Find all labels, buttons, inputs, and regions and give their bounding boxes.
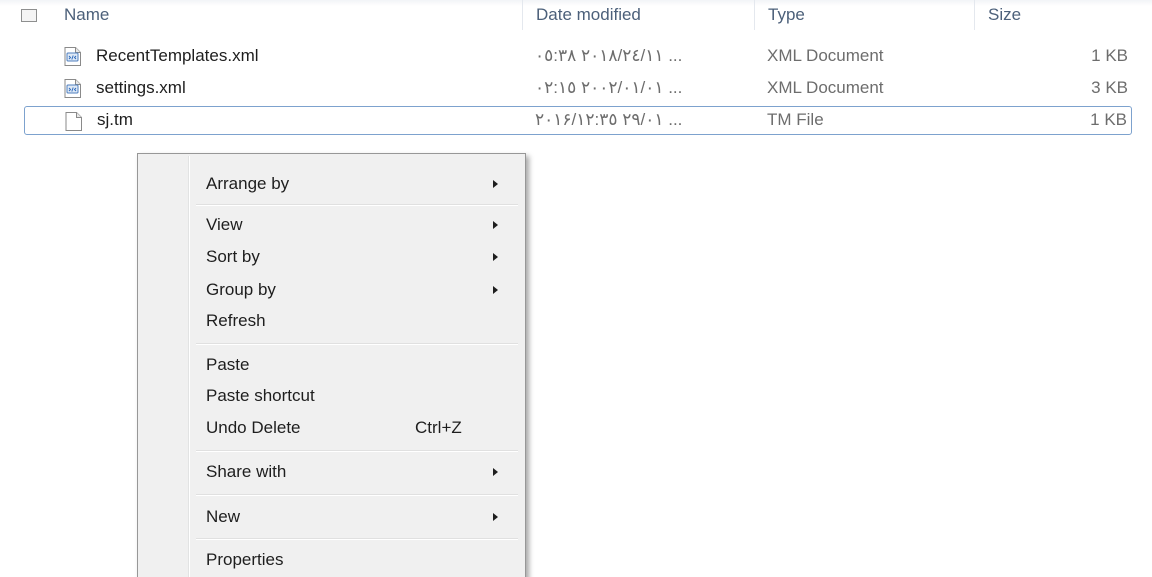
menu-item-properties[interactable]: Properties — [206, 550, 283, 570]
submenu-arrow-icon — [493, 221, 498, 229]
menu-separator — [196, 450, 518, 452]
xml-file-icon — [64, 47, 81, 66]
select-all-checkbox[interactable] — [21, 9, 37, 22]
file-row-recenttemplates[interactable]: RecentTemplates.xml ٢٠١٨/٢٤/١١ ٠٥:٣٨ ...… — [24, 42, 1132, 71]
file-date: ٢٠٠٢/٠١/٠١ ٠٢:١٥ ... — [535, 78, 683, 97]
column-type-header[interactable]: Type — [768, 5, 805, 25]
menu-item-undo-delete[interactable]: Undo Delete — [206, 418, 301, 438]
menu-separator — [196, 204, 518, 206]
column-size-header[interactable]: Size — [988, 5, 1021, 25]
menu-separator — [196, 343, 518, 345]
column-divider[interactable] — [522, 0, 523, 30]
menu-item-paste[interactable]: Paste — [206, 355, 249, 375]
submenu-arrow-icon — [493, 286, 498, 294]
menu-item-view[interactable]: View — [206, 215, 243, 235]
context-menu: Arrange by View Sort by Group by Refresh… — [137, 153, 526, 577]
menu-separator — [196, 494, 518, 496]
explorer-file-view: Name Date modified Type Size RecentTempl… — [0, 0, 1152, 577]
file-size: 3 KB — [1091, 78, 1128, 97]
menu-item-share-with[interactable]: Share with — [206, 462, 286, 482]
column-name-header[interactable]: Name — [64, 5, 109, 25]
menu-item-sort-by[interactable]: Sort by — [206, 247, 260, 267]
menu-separator — [196, 538, 518, 540]
file-name: settings.xml — [96, 78, 186, 97]
submenu-arrow-icon — [493, 513, 498, 521]
menu-icon-gutter — [188, 156, 190, 577]
file-type: XML Document — [767, 46, 884, 65]
xml-file-icon — [64, 79, 81, 98]
menu-item-group-by[interactable]: Group by — [206, 280, 276, 300]
column-divider[interactable] — [754, 0, 755, 30]
file-row-settings[interactable]: settings.xml ٢٠٠٢/٠١/٠١ ٠٢:١٥ ... XML Do… — [24, 74, 1132, 103]
menu-item-refresh[interactable]: Refresh — [206, 311, 266, 331]
column-date-header[interactable]: Date modified — [536, 5, 641, 25]
submenu-arrow-icon — [493, 180, 498, 188]
file-size: 1 KB — [1090, 110, 1127, 129]
file-size: 1 KB — [1091, 46, 1128, 65]
file-date: ٢٠١۶/٢٩/٠١ ١٢:٣٥ ... — [535, 110, 683, 129]
submenu-arrow-icon — [493, 468, 498, 476]
column-header: Name Date modified Type Size — [0, 0, 1152, 34]
file-date: ٢٠١٨/٢٤/١١ ٠٥:٣٨ ... — [535, 46, 683, 65]
file-type: XML Document — [767, 78, 884, 97]
submenu-arrow-icon — [493, 253, 498, 261]
file-type: TM File — [767, 110, 824, 129]
menu-item-paste-shortcut[interactable]: Paste shortcut — [206, 386, 315, 406]
file-name: sj.tm — [97, 110, 133, 129]
file-name: RecentTemplates.xml — [96, 46, 259, 65]
menu-item-arrange-by[interactable]: Arrange by — [206, 174, 289, 194]
file-row-sj-tm[interactable]: sj.tm ٢٠١۶/٢٩/٠١ ١٢:٣٥ ... TM File 1 KB — [24, 106, 1132, 135]
blank-file-icon — [65, 112, 82, 131]
column-divider[interactable] — [974, 0, 975, 30]
menu-item-new[interactable]: New — [206, 507, 240, 527]
undo-delete-shortcut: Ctrl+Z — [415, 418, 462, 437]
